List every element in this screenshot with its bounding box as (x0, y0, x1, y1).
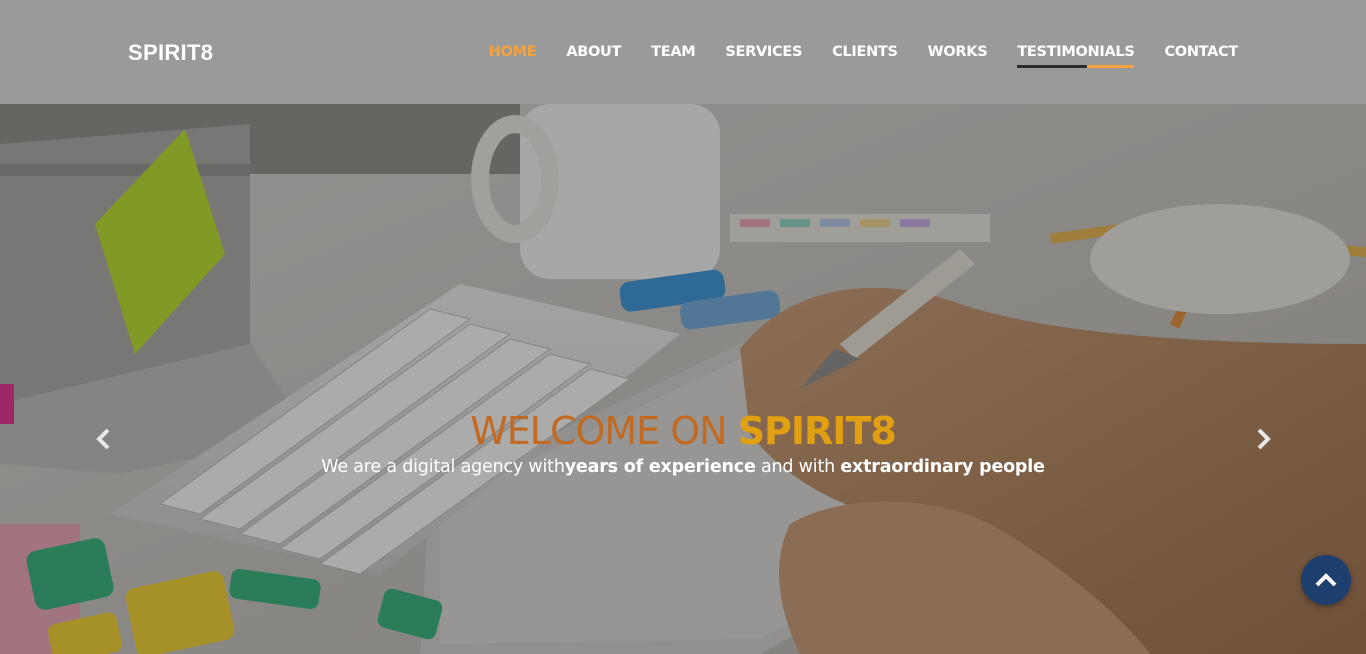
carousel-prev-button[interactable] (88, 424, 118, 454)
nav-item-about[interactable]: ABOUT (566, 38, 621, 66)
chevron-left-icon (96, 428, 110, 450)
nav-item-services[interactable]: SERVICES (725, 38, 802, 66)
nav-item-clients[interactable]: CLIENTS (832, 38, 898, 66)
hero-subtitle-part1: We are a digital agency with (321, 457, 565, 477)
hero-subtitle-bold1: years of experience (564, 457, 756, 477)
hero-title-light: WELCOME ON (470, 409, 738, 453)
nav-item-works[interactable]: WORKS (928, 38, 988, 66)
nav-item-testimonials[interactable]: TESTIMONIALS (1017, 38, 1135, 68)
hero-title: WELCOME ON SPIRIT8 (0, 409, 1366, 453)
chevron-up-icon (1315, 573, 1337, 587)
hero-title-brand: SPIRIT8 (737, 409, 897, 453)
carousel-next-button[interactable] (1249, 424, 1279, 454)
hero-subtitle: We are a digital agency withyears of exp… (0, 457, 1366, 477)
chevron-right-icon (1257, 428, 1271, 450)
main-nav: HOME ABOUT TEAM SERVICES CLIENTS WORKS T… (489, 0, 1238, 104)
navbar: SPIRIT8 HOME ABOUT TEAM SERVICES CLIENTS… (0, 0, 1366, 104)
nav-item-home[interactable]: HOME (489, 38, 537, 66)
hero-subtitle-bold2: extraordinary people (840, 457, 1045, 477)
hero-carousel: WELCOME ON SPIRIT8 We are a digital agen… (0, 104, 1366, 654)
nav-item-contact[interactable]: CONTACT (1164, 38, 1238, 66)
back-to-top-button[interactable] (1301, 555, 1351, 605)
hero-dark-overlay (0, 104, 1366, 654)
nav-item-team[interactable]: TEAM (651, 38, 696, 66)
brand-logo[interactable]: SPIRIT8 (128, 40, 213, 66)
hero-subtitle-part2: and with (755, 457, 841, 477)
